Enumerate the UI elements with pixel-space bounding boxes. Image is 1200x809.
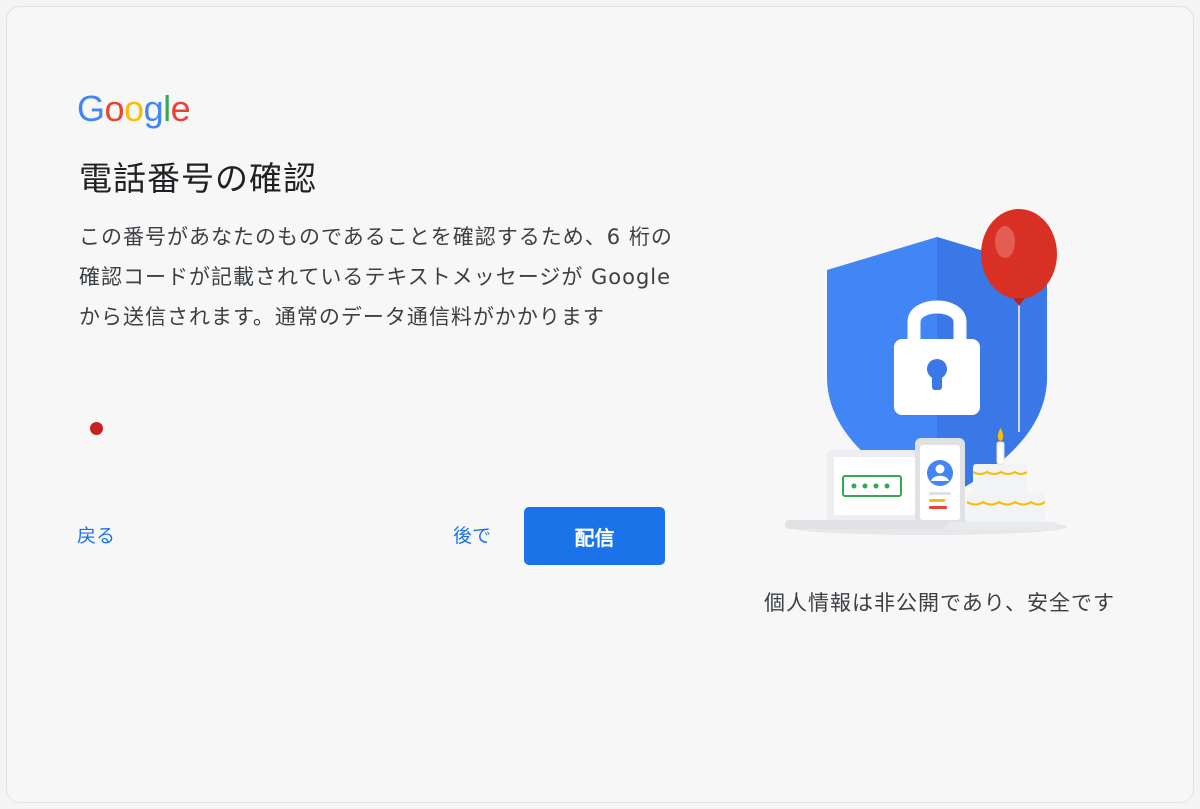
send-button[interactable]: 配信 [524,507,665,565]
description-text: この番号があなたのものであることを確認するため、6 桁の確認コードが記載されてい… [79,225,673,329]
logo-letter: o [124,88,144,129]
logo-letter: G [77,88,105,129]
logo-letter: e [170,88,191,129]
logo-letter: o [104,88,125,129]
privacy-caption: 個人情報は非公開であり、安全です [764,591,1115,615]
verification-card: Google 電話番号の確認 この番号があなたのものであることを確認するため、6… [6,6,1194,803]
logo-letter: l [163,88,171,129]
phone-icon [915,438,965,526]
google-logo: Google [77,87,191,131]
security-illustration [785,209,1067,535]
later-link[interactable]: 後で [453,521,491,548]
page-title: 電話番号の確認 [79,159,317,198]
status-dot [90,422,103,435]
back-link[interactable]: 戻る [77,521,115,548]
logo-letter: g [143,88,164,129]
